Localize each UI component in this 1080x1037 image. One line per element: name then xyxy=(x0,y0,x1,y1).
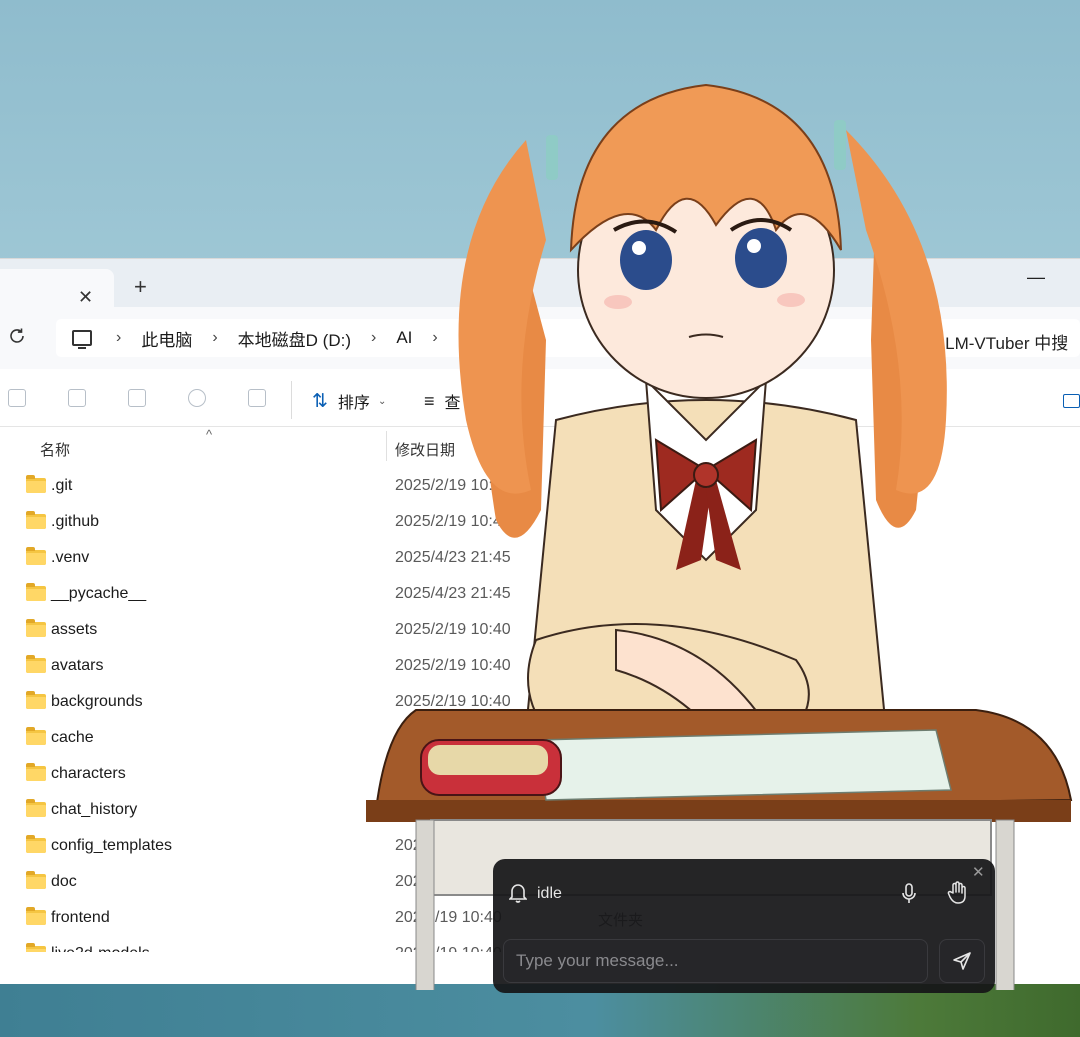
details-pane-icon[interactable] xyxy=(1063,394,1080,408)
chat-panel: ✕ idle xyxy=(493,859,995,993)
breadcrumb-drive-d[interactable]: 本地磁盘D (D:) xyxy=(238,326,351,351)
toolbar-divider xyxy=(291,381,292,419)
view-label: 查 xyxy=(444,395,461,412)
address-bar-row: › 此电脑 › 本地磁盘D (D:) › AI › -LLM-VTuber 中搜 xyxy=(0,307,1080,369)
file-name: .venv xyxy=(51,549,90,566)
file-row[interactable]: .github 2025/2/19 10:40 xyxy=(0,504,1080,540)
tab-current[interactable]: ✕ xyxy=(0,269,114,307)
microphone-icon[interactable] xyxy=(900,883,918,910)
file-name: __pycache__ xyxy=(51,585,147,602)
folder-icon xyxy=(26,691,46,709)
column-modified[interactable]: 修改日期 xyxy=(395,439,455,460)
file-row[interactable]: assets 2025/2/19 10:40 xyxy=(0,612,1080,648)
view-button[interactable]: ≡ 查 xyxy=(424,389,461,413)
tab-close-icon[interactable]: ✕ xyxy=(78,287,93,308)
file-modified-date: 202 xyxy=(395,837,422,854)
column-name[interactable]: 名称 xyxy=(40,439,70,460)
send-button[interactable] xyxy=(939,939,985,983)
folder-icon xyxy=(26,619,46,637)
file-row[interactable]: cache 202 xyxy=(0,720,1080,756)
sort-label: 排序 xyxy=(337,395,370,412)
file-name: frontend xyxy=(51,909,110,926)
paste-icon[interactable] xyxy=(68,389,86,407)
sort-button[interactable]: ⇅ 排序 ⌄ xyxy=(312,389,386,413)
column-divider[interactable] xyxy=(386,431,387,461)
new-tab-button[interactable]: + xyxy=(134,276,147,298)
file-name: assets xyxy=(51,621,98,638)
breadcrumb-this-pc[interactable]: 此电脑 xyxy=(141,326,192,351)
command-toolbar: ⇅ 排序 ⌄ ≡ 查 xyxy=(0,369,1080,427)
status-text: idle xyxy=(537,885,562,902)
file-modified-date: 2025/2/19 10:40 xyxy=(395,657,511,674)
message-input[interactable] xyxy=(503,939,928,983)
view-icon: ≡ xyxy=(424,390,435,411)
file-name: .git xyxy=(51,477,73,494)
file-name: cache xyxy=(51,729,94,746)
folder-icon xyxy=(26,475,46,493)
breadcrumb-ai[interactable]: AI xyxy=(396,328,412,348)
folder-icon xyxy=(26,547,46,565)
file-modified-date: 202 2/19 10:40 xyxy=(395,945,502,952)
chevron-right-icon[interactable]: › xyxy=(212,329,217,347)
copy-icon[interactable] xyxy=(8,389,26,407)
file-row[interactable]: characters xyxy=(0,756,1080,792)
chevron-right-icon[interactable]: › xyxy=(432,329,437,347)
send-icon xyxy=(953,952,971,970)
file-row[interactable]: chat_history xyxy=(0,792,1080,828)
refresh-icon[interactable] xyxy=(8,327,26,351)
minimize-button[interactable]: — xyxy=(1027,267,1045,288)
file-name: live2d-models xyxy=(51,945,150,952)
file-name: doc xyxy=(51,873,77,890)
folder-icon xyxy=(26,799,46,817)
file-modified-date: 2025/4/23 21:45 xyxy=(395,585,511,602)
file-row[interactable]: avatars 2025/2/19 10:40 xyxy=(0,648,1080,684)
file-modified-date: 2025/2/19 10:40 xyxy=(395,621,511,638)
file-name: backgrounds xyxy=(51,693,143,710)
folder-icon xyxy=(26,835,46,853)
computer-icon xyxy=(72,330,92,349)
chevron-right-icon[interactable]: › xyxy=(371,329,376,347)
file-modified-date: 2025/4/23 21:45 xyxy=(395,549,511,566)
folder-icon xyxy=(26,655,46,673)
sort-icon: ⇅ xyxy=(312,390,328,412)
file-modified-date: 2025/2/19 10:42 xyxy=(395,477,511,494)
file-row[interactable]: .git 2025/2/19 10:42 xyxy=(0,468,1080,504)
file-row[interactable]: backgrounds 2025/2/19 10:40 xyxy=(0,684,1080,720)
search-box[interactable]: -LLM-VTuber 中搜 xyxy=(930,329,1068,354)
file-name: config_templates xyxy=(51,837,172,854)
file-name: characters xyxy=(51,765,126,782)
rename-icon[interactable] xyxy=(128,389,146,407)
bell-icon xyxy=(508,883,528,908)
chevron-right-icon[interactable]: › xyxy=(116,329,121,347)
file-modified-date: 202 xyxy=(395,873,422,890)
folder-icon xyxy=(26,727,46,745)
chevron-down-icon: ⌄ xyxy=(377,395,387,407)
close-icon[interactable]: ✕ xyxy=(972,863,985,881)
file-row[interactable]: .venv 2025/4/23 21:45 xyxy=(0,540,1080,576)
file-modified-date: 202 xyxy=(395,729,422,746)
file-modified-date: 202 2/19 10:40 xyxy=(395,909,502,926)
file-name: .github xyxy=(51,513,100,530)
hand-icon[interactable] xyxy=(947,881,969,910)
folder-icon xyxy=(26,871,46,889)
column-header: 名称 ^ 修改日期 xyxy=(0,427,1080,465)
folder-icon xyxy=(26,907,46,925)
breadcrumb[interactable]: › 此电脑 › 本地磁盘D (D:) › AI › xyxy=(56,319,1080,357)
tab-bar: ✕ + — xyxy=(0,259,1080,307)
file-name: chat_history xyxy=(51,801,138,818)
file-modified-date: 2025/2/19 10:40 xyxy=(395,513,511,530)
folder-icon xyxy=(26,583,46,601)
file-name: avatars xyxy=(51,657,104,674)
file-modified-date: 2025/2/19 10:40 xyxy=(395,693,511,710)
folder-icon xyxy=(26,943,46,952)
sort-caret-icon: ^ xyxy=(206,427,213,442)
folder-icon xyxy=(26,511,46,529)
delete-icon[interactable] xyxy=(248,389,266,407)
folder-icon xyxy=(26,763,46,781)
share-icon[interactable] xyxy=(188,389,206,407)
file-row[interactable]: __pycache__ 2025/4/23 21:45 xyxy=(0,576,1080,612)
